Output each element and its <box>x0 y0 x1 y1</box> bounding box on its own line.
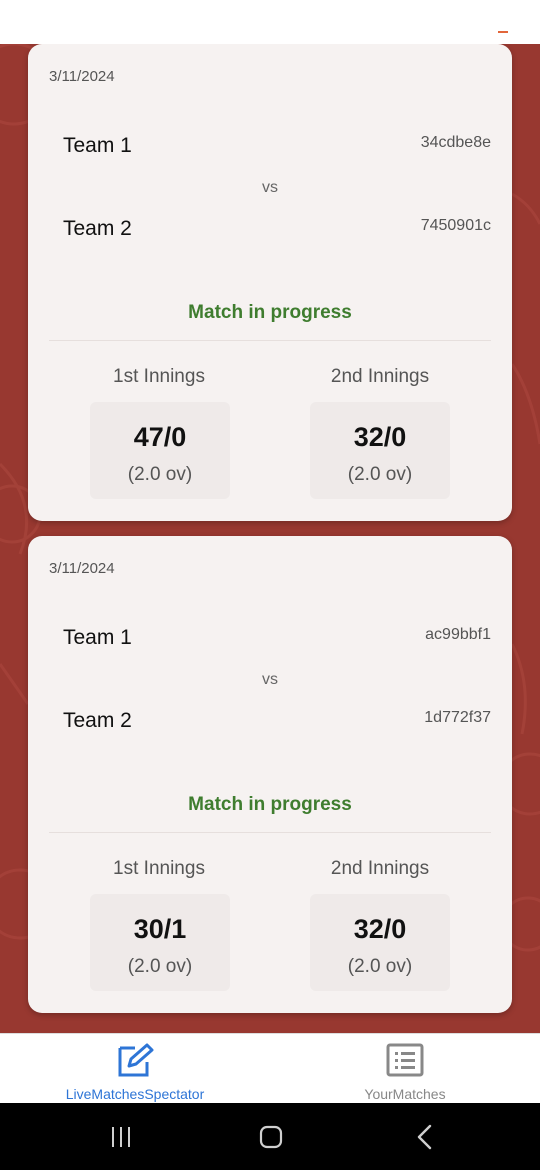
nav-label-live: LiveMatchesSpectator <box>65 1086 205 1102</box>
innings1-overs: (2.0 ov) <box>127 956 193 977</box>
list-icon <box>386 1043 424 1077</box>
innings2-score: 32/0 <box>353 422 407 452</box>
team1-id: ac99bbf1 <box>425 626 491 643</box>
team2-id: 1d772f37 <box>424 709 491 726</box>
team1-name: Team 1 <box>63 134 132 157</box>
innings1-score-box: 30/1 (2.0 ov) <box>90 894 230 991</box>
edit-icon <box>118 1043 154 1077</box>
back-icon[interactable] <box>404 1121 444 1153</box>
versus-label: vs <box>262 671 278 688</box>
team2-id: 7450901c <box>420 217 491 234</box>
teams-section: Team 1 34cdbe8e vs Team 2 7450901c <box>49 104 491 254</box>
innings2-score-box: 32/0 (2.0 ov) <box>310 402 450 499</box>
minimize-indicator <box>498 31 508 33</box>
team1-id: 34cdbe8e <box>420 134 491 151</box>
match-date: 3/11/2024 <box>49 68 115 85</box>
innings2-label: 2nd Innings <box>330 366 430 387</box>
innings2-label: 2nd Innings <box>330 858 430 879</box>
nav-your-matches[interactable]: YourMatches <box>270 1034 540 1104</box>
innings2-score-box: 32/0 (2.0 ov) <box>310 894 450 991</box>
divider <box>49 832 491 833</box>
innings2-overs: (2.0 ov) <box>347 956 413 977</box>
innings2-overs: (2.0 ov) <box>347 464 413 485</box>
match-status: Match in progress <box>188 302 352 323</box>
bottom-navigation: LiveMatchesSpectator YourMatches <box>0 1033 540 1103</box>
versus-label: vs <box>262 179 278 196</box>
innings1-label: 1st Innings <box>113 858 205 879</box>
match-date: 3/11/2024 <box>49 560 115 577</box>
innings2-score: 32/0 <box>353 914 407 944</box>
top-app-bar <box>0 0 540 44</box>
match-card[interactable]: 3/11/2024 Team 1 34cdbe8e vs Team 2 7450… <box>28 44 512 521</box>
teams-section: Team 1 ac99bbf1 vs Team 2 1d772f37 <box>49 596 491 746</box>
nav-label-your-matches: YourMatches <box>364 1086 446 1102</box>
divider <box>49 340 491 341</box>
recents-icon[interactable] <box>101 1121 141 1153</box>
nav-live-matches-spectator[interactable]: LiveMatchesSpectator <box>0 1034 270 1104</box>
home-icon[interactable] <box>251 1121 291 1153</box>
match-status: Match in progress <box>188 794 352 815</box>
innings1-score: 30/1 <box>133 914 187 944</box>
team2-name: Team 2 <box>63 709 132 732</box>
team1-name: Team 1 <box>63 626 132 649</box>
innings1-label: 1st Innings <box>113 366 205 387</box>
innings1-score: 47/0 <box>133 422 187 452</box>
match-card[interactable]: 3/11/2024 Team 1 ac99bbf1 vs Team 2 1d77… <box>28 536 512 1013</box>
innings1-overs: (2.0 ov) <box>127 464 193 485</box>
team2-name: Team 2 <box>63 217 132 240</box>
innings1-score-box: 47/0 (2.0 ov) <box>90 402 230 499</box>
system-navigation-bar <box>0 1103 540 1170</box>
